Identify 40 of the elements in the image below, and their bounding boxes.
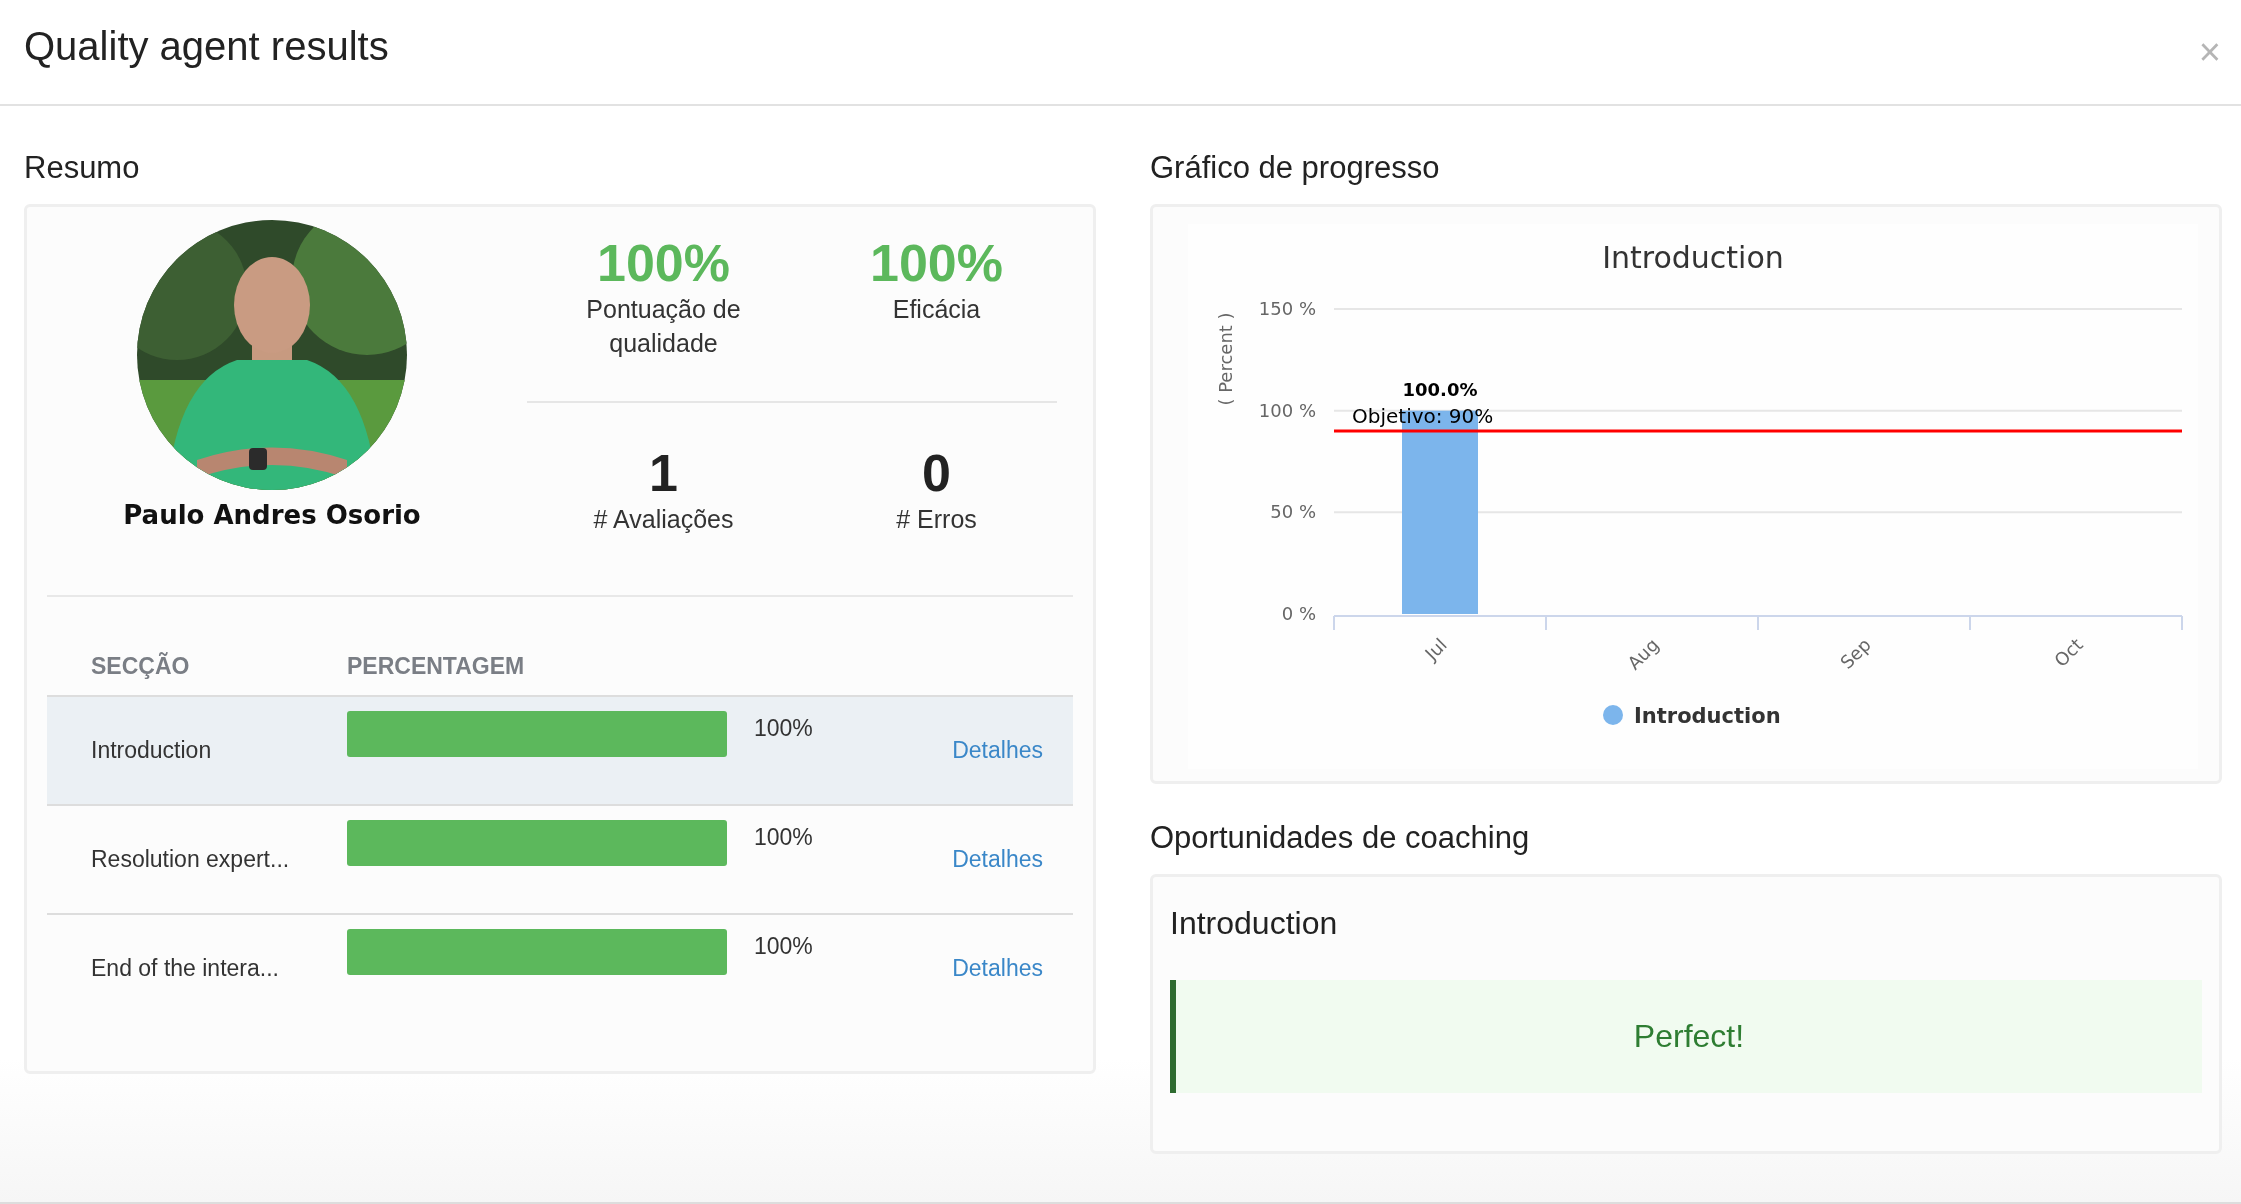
table-row[interactable]: Resolution expert... 100% Detalhes xyxy=(47,806,1073,915)
stat-value: 100% xyxy=(869,235,1004,293)
legend-label[interactable]: Introduction xyxy=(1634,704,1781,728)
agent-name: Paulo Andres Osorio xyxy=(123,500,421,530)
y-tick-label: 150 % xyxy=(1258,298,1316,319)
table-row[interactable]: Introduction 100% Detalhes xyxy=(47,697,1073,806)
chart-title: Introduction xyxy=(1602,240,1784,275)
stat-value: 0 xyxy=(921,445,952,503)
x-tick-label: Jul xyxy=(1420,634,1451,665)
section-heading: Gráfico de progresso xyxy=(1150,150,1441,187)
percent-reading: 100% xyxy=(754,933,813,960)
section-name: Resolution expert... xyxy=(90,846,291,873)
stat-label: Pontuação de qualidade xyxy=(585,294,742,360)
section-name: Introduction xyxy=(90,737,213,764)
x-tick-label: Sep xyxy=(1836,634,1875,673)
window-title: Quality agent results xyxy=(24,23,389,69)
legend-marker xyxy=(1603,705,1623,725)
x-tick-label: Oct xyxy=(2049,634,2087,671)
y-tick-label: 0 % xyxy=(1281,603,1316,624)
percent-reading: 100% xyxy=(754,824,813,851)
column-header: PERCENTAGEM xyxy=(347,652,525,680)
y-tick-label: 50 % xyxy=(1270,501,1316,523)
percent-reading: 100% xyxy=(754,715,813,742)
stat-value: 100% xyxy=(596,235,731,293)
section-heading: Oportunidades de coaching xyxy=(1150,820,1531,857)
stat-label: Eficácia xyxy=(891,294,982,326)
section-name: End of the intera... xyxy=(90,955,280,982)
data-label: 100.0% xyxy=(1402,378,1478,400)
stat-label: # Erros xyxy=(895,504,978,536)
table-row[interactable]: End of the intera... 100% Detalhes xyxy=(47,915,1073,1022)
details-link[interactable]: Detalhes xyxy=(952,846,1043,873)
section-heading: Resumo xyxy=(24,150,141,187)
coaching-title: Introduction xyxy=(1170,905,1339,942)
details-link[interactable]: Detalhes xyxy=(952,955,1043,982)
stat-label: # Avaliações xyxy=(592,504,735,536)
column-header: SECÇÃO xyxy=(90,652,191,680)
axis-title: ( Percent ) xyxy=(1215,312,1236,406)
feedback-callout: Perfect! xyxy=(1170,980,2202,1093)
y-tick-label: 100 % xyxy=(1258,399,1316,421)
stat-value: 1 xyxy=(648,445,679,503)
